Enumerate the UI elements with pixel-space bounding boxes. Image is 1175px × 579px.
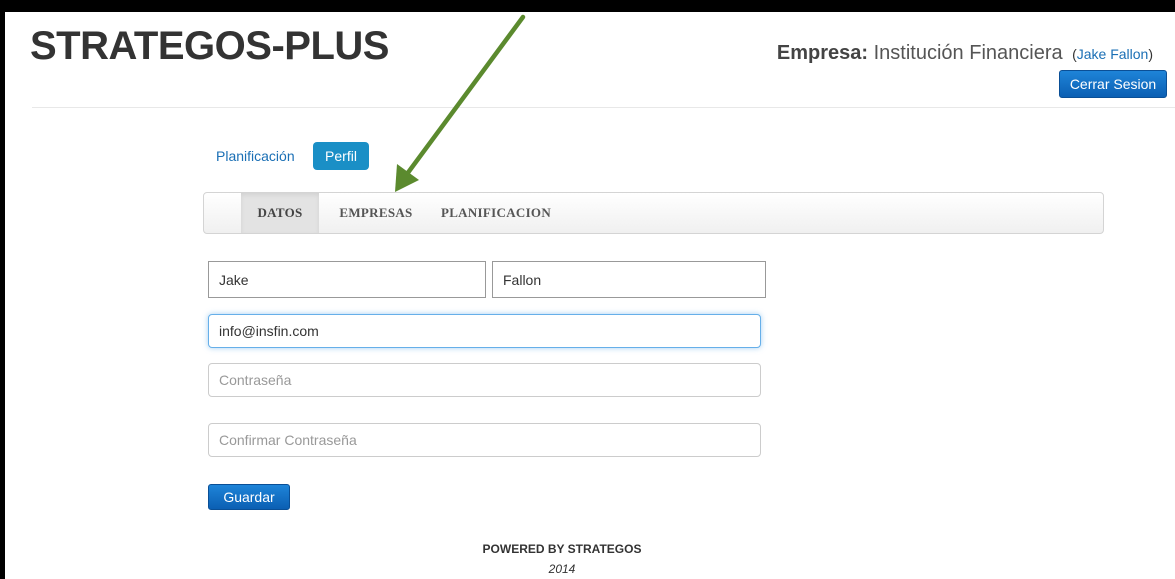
company-info: Empresa: Institución Financiera (Jake Fa… [777,42,1153,65]
first-name-field[interactable] [208,261,486,298]
email-field[interactable] [208,314,761,348]
user-link[interactable]: Jake Fallon [1077,46,1149,62]
footer: POWERED BY STRATEGOS 2014 [202,542,922,576]
header-divider [32,107,1175,108]
company-name: Institución Financiera [873,42,1063,64]
confirm-password-field[interactable] [208,423,761,457]
last-name-field[interactable] [492,261,766,298]
company-label: Empresa: [776,42,869,64]
profile-tabs: DATOS EMPRESAS PLANIFICACION [203,192,1104,234]
footer-year: 2014 [548,562,576,576]
pill-planificacion[interactable]: Planificación [216,148,295,164]
tab-datos[interactable]: DATOS [241,193,319,233]
annotation-arrow-icon [395,14,526,192]
save-button[interactable]: Guardar [208,484,290,510]
brand-logo: STRATEGOS-PLUS [30,24,389,68]
password-field[interactable] [208,363,761,397]
user-info: (Jake Fallon) [1068,46,1153,62]
logout-button[interactable]: Cerrar Sesion [1059,70,1167,98]
user-paren-close: ) [1148,46,1153,62]
pill-perfil[interactable]: Perfil [313,142,369,170]
powered-by: POWERED BY STRATEGOS [482,542,642,556]
app-window: STRATEGOS-PLUS Empresa: Institución Fina… [5,12,1175,579]
